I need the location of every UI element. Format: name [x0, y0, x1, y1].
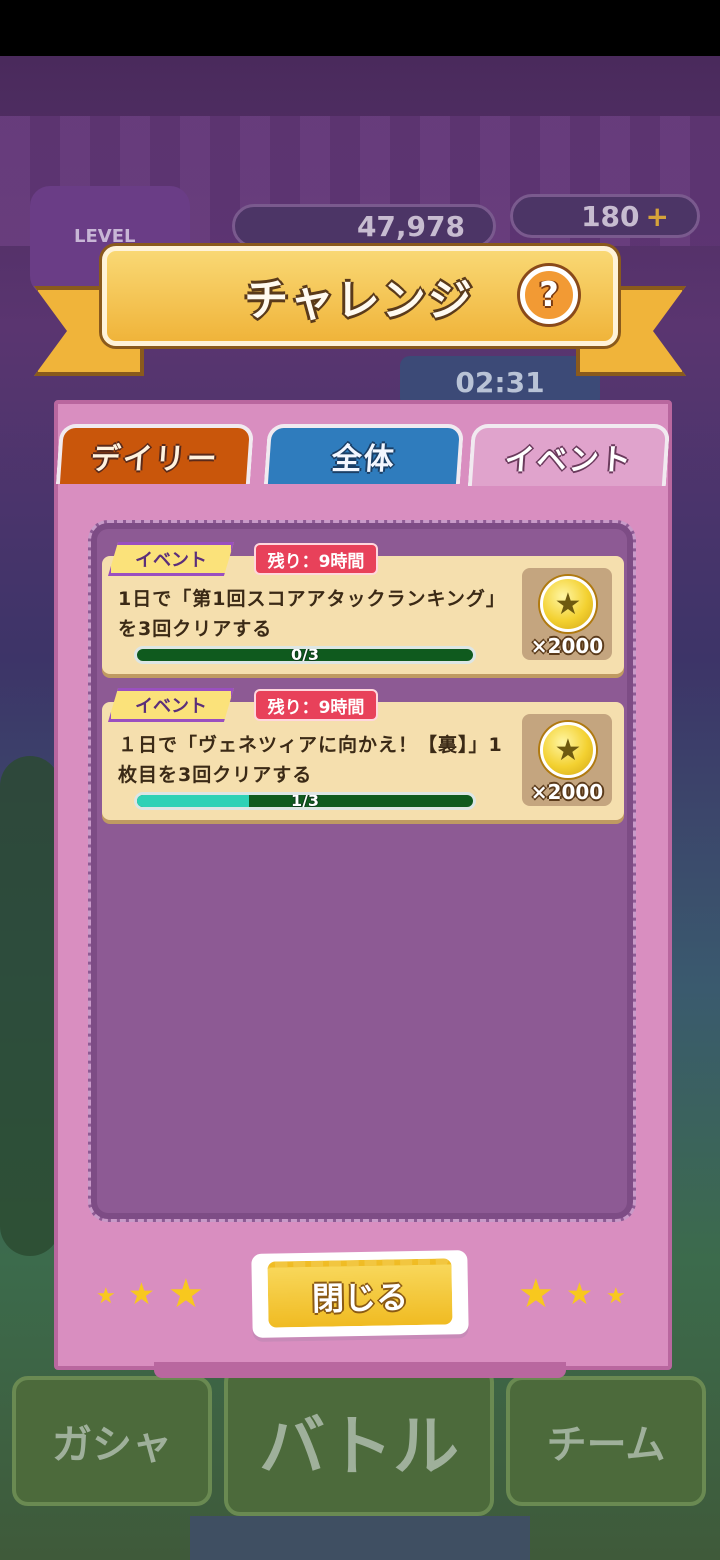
- gold-star-coin-icon: ★: [540, 722, 596, 778]
- background-tree: [0, 756, 60, 1256]
- coin-count: 47,978: [356, 209, 465, 243]
- gem-plus-icon: +: [645, 199, 669, 233]
- nav-team-label: チーム: [546, 1422, 666, 1468]
- close-button[interactable]: 閉じる: [251, 1250, 469, 1338]
- nav-gacha-label: ガシャ: [52, 1422, 172, 1468]
- header-banner: チャレンジ ?: [34, 246, 686, 386]
- tab-event-label: イベント: [503, 443, 634, 478]
- event-badge: イベント: [108, 542, 234, 576]
- background-nav-battle: バトル: [224, 1366, 494, 1516]
- gold-star-coin-icon: ★: [540, 576, 596, 632]
- progress-bar: 1/3: [134, 792, 476, 810]
- reward-quantity: ×2000: [530, 634, 604, 658]
- event-badge: イベント: [108, 688, 234, 722]
- tab-daily-label: デイリー: [89, 442, 220, 477]
- progress-label: 0/3: [290, 646, 320, 664]
- page-title: チャレンジ: [244, 275, 474, 326]
- level-label: LEVEL: [74, 226, 136, 247]
- background-floor: [190, 1516, 530, 1560]
- star-icon: ★: [566, 1277, 593, 1312]
- status-bar: [0, 0, 720, 56]
- tab-overall-label: 全体: [330, 442, 397, 477]
- question-icon: ?: [539, 275, 559, 315]
- progress-label: 1/3: [290, 792, 320, 810]
- modal-bottom-edge: [154, 1362, 566, 1378]
- reward-quantity: ×2000: [530, 780, 604, 804]
- background-gem-counter: 180 +: [510, 194, 700, 238]
- reward-box: ★ ×2000: [522, 568, 612, 660]
- gem-count: 180: [581, 199, 640, 233]
- star-icon: ★: [606, 1284, 626, 1309]
- challenge-description: 1日で「第1回スコアアタックランキング」を3回クリアする: [118, 588, 506, 640]
- star-icon: ★: [96, 1284, 116, 1309]
- nav-battle-label: バトル: [259, 1408, 459, 1485]
- background-nav-gacha: ガシャ: [12, 1376, 212, 1506]
- progress-bar: 0/3: [134, 646, 476, 664]
- star-icon: ★: [128, 1277, 155, 1312]
- tab-daily[interactable]: デイリー: [55, 424, 255, 484]
- reward-box: ★ ×2000: [522, 714, 612, 806]
- star-icon: ★: [518, 1271, 554, 1317]
- challenge-description: １日で「ヴェネツィアに向かえ！【裏】」1枚目を3回クリアする: [118, 734, 503, 786]
- star-icon: ★: [168, 1271, 204, 1317]
- help-button[interactable]: ?: [520, 266, 578, 324]
- close-button-label: 閉じる: [267, 1258, 453, 1328]
- tab-overall[interactable]: 全体: [263, 424, 465, 484]
- background-nav-team: チーム: [506, 1376, 706, 1506]
- time-remaining-badge: 残り：9時間: [254, 689, 378, 721]
- background-coin-counter: 47,978: [232, 204, 496, 248]
- tab-event[interactable]: イベント: [467, 424, 671, 486]
- time-remaining-badge: 残り：9時間: [254, 543, 378, 575]
